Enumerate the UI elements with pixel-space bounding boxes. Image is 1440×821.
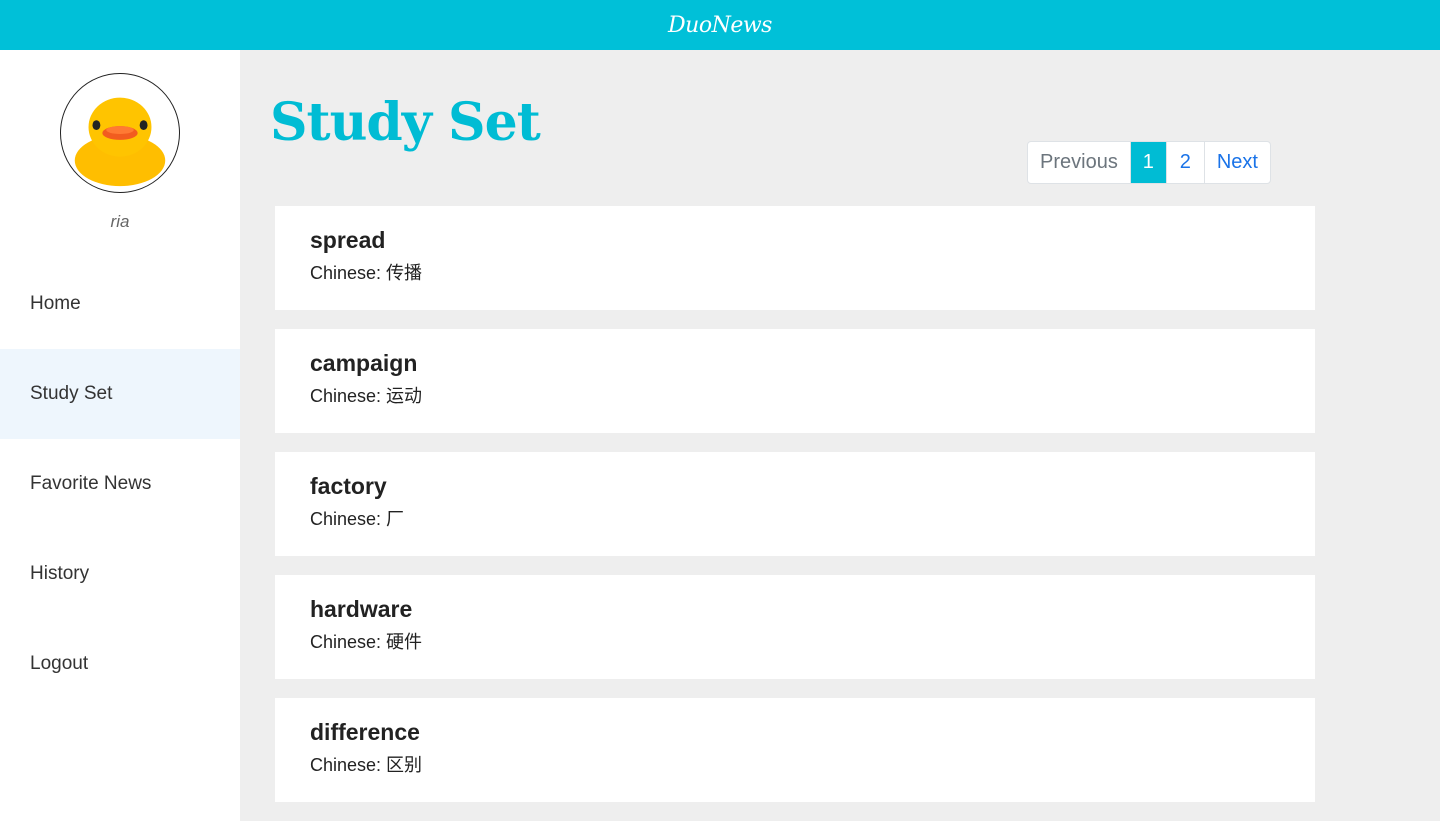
- sidebar-item-label: Logout: [30, 653, 89, 674]
- pagination: Previous 1 2 Next: [1027, 141, 1271, 184]
- sidebar-nav: Home Study Set Favorite News History Log…: [0, 259, 240, 709]
- sidebar-item-label: Favorite News: [30, 473, 152, 494]
- main-content: Study Set Previous 1 2 Next spread Chine…: [240, 50, 1440, 821]
- sidebar-item-label: Study Set: [30, 383, 113, 404]
- card-word: hardware: [310, 596, 413, 622]
- card-translation: Chinese: 厂: [310, 509, 405, 529]
- rubber-duck-icon: [74, 97, 166, 187]
- sidebar-item-home[interactable]: Home: [0, 259, 240, 349]
- card-word: spread: [310, 227, 386, 253]
- sidebar-item-history[interactable]: History: [0, 529, 240, 619]
- previous-page-button[interactable]: Previous: [1028, 142, 1130, 183]
- page-1-button[interactable]: 1: [1129, 142, 1166, 183]
- study-card[interactable]: hardware Chinese: 硬件: [275, 575, 1315, 679]
- card-word: difference: [310, 719, 420, 745]
- study-card[interactable]: campaign Chinese: 运动: [275, 329, 1315, 433]
- brand-logo[interactable]: DuoNews: [668, 13, 772, 38]
- card-translation: Chinese: 区别: [310, 755, 423, 775]
- sidebar-item-favorite-news[interactable]: Favorite News: [0, 439, 240, 529]
- sidebar-item-label: Home: [30, 293, 81, 314]
- study-card[interactable]: factory Chinese: 厂: [275, 452, 1315, 556]
- card-translation: Chinese: 硬件: [310, 632, 423, 652]
- card-translation: Chinese: 传播: [310, 263, 423, 283]
- next-page-button[interactable]: Next: [1203, 142, 1270, 183]
- sidebar-item-label: History: [30, 563, 90, 584]
- study-set-list: spread Chinese: 传播 campaign Chinese: 运动 …: [275, 206, 1315, 821]
- page-title: Study Set: [270, 92, 541, 153]
- sidebar-item-logout[interactable]: Logout: [0, 619, 240, 709]
- study-card[interactable]: spread Chinese: 传播: [275, 206, 1315, 310]
- top-bar: DuoNews: [0, 0, 1440, 50]
- username: ria: [110, 212, 130, 231]
- study-card[interactable]: difference Chinese: 区别: [275, 698, 1315, 802]
- sidebar: ria Home Study Set Favorite News History…: [0, 50, 240, 821]
- card-translation: Chinese: 运动: [310, 386, 423, 406]
- sidebar-item-study-set[interactable]: Study Set: [0, 349, 240, 439]
- avatar: [60, 73, 180, 193]
- card-word: factory: [310, 473, 387, 499]
- page-2-button[interactable]: 2: [1165, 142, 1204, 183]
- card-word: campaign: [310, 350, 418, 376]
